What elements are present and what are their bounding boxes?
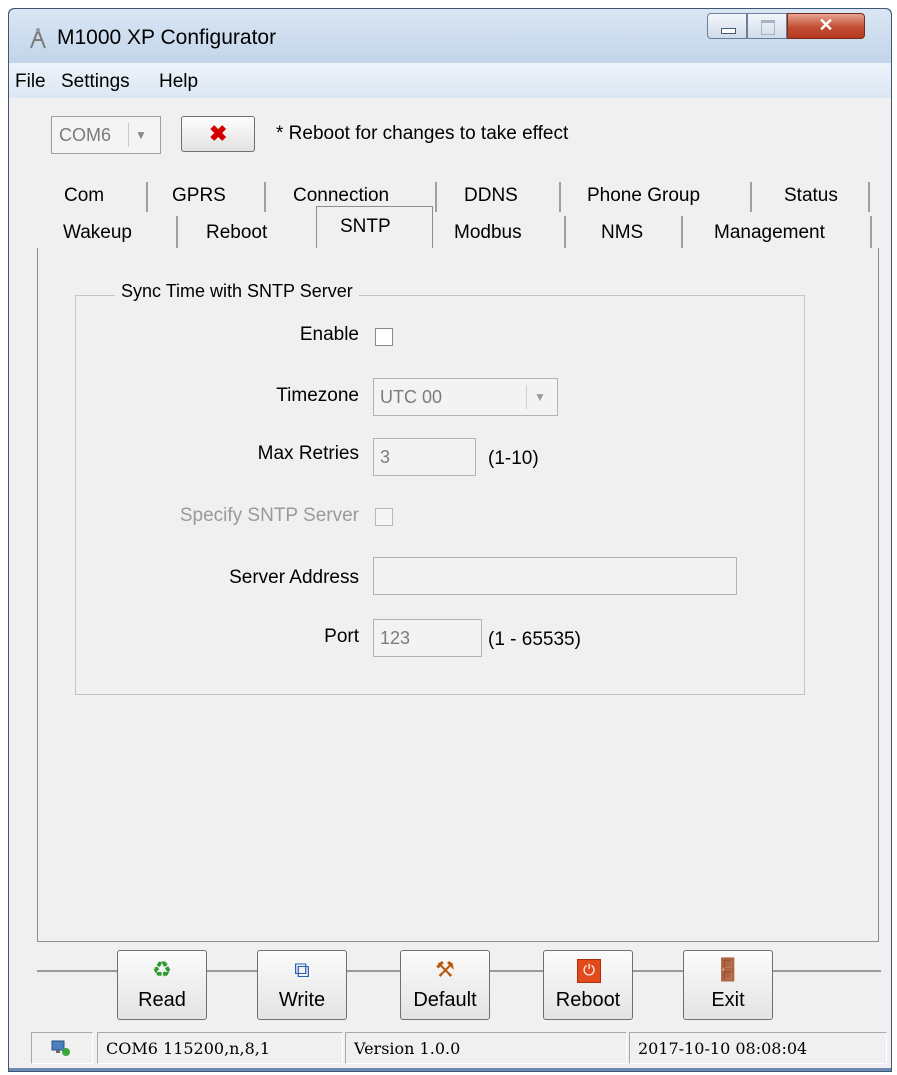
timezone-label: Timezone xyxy=(276,385,359,406)
menu-file[interactable]: File xyxy=(15,71,46,93)
exit-button[interactable]: 🚪 Exit xyxy=(683,950,773,1020)
specify-server-label: Specify SNTP Server xyxy=(179,505,359,526)
com-port-value: COM6 xyxy=(59,125,112,145)
tab-phone-group[interactable]: Phone Group xyxy=(587,185,700,207)
write-windows-icon: ⧉ xyxy=(294,957,310,982)
status-version: Version 1.0.0 xyxy=(345,1032,627,1064)
tab-divider xyxy=(681,216,683,248)
status-connection-text: COM6 115200,n,8,1 xyxy=(106,1039,271,1058)
tab-connection[interactable]: Connection xyxy=(293,185,389,207)
tab-ddns[interactable]: DDNS xyxy=(464,185,518,207)
port-range: (1 - 65535) xyxy=(488,629,581,650)
specify-server-checkbox[interactable] xyxy=(375,508,393,526)
app-antenna-icon xyxy=(30,28,46,49)
tab-divider xyxy=(868,182,870,212)
tab-divider xyxy=(870,216,872,248)
app-window: M1000 XP Configurator ✕ File Settings He… xyxy=(8,8,892,1072)
exit-label: Exit xyxy=(711,989,745,1011)
network-icon xyxy=(51,1040,70,1056)
menu-settings[interactable]: Settings xyxy=(61,71,130,93)
tab-divider xyxy=(564,216,566,248)
client-area: COM6 ▼ ✖ * Reboot for changes to take ef… xyxy=(9,98,891,1068)
tab-com[interactable]: Com xyxy=(64,185,104,207)
server-address-input[interactable] xyxy=(373,557,737,595)
tab-sntp-label[interactable]: SNTP xyxy=(340,216,391,238)
status-datetime-text: 2017-10-10 08:08:04 xyxy=(638,1039,808,1058)
exit-door-icon: 🚪 xyxy=(714,957,742,982)
timezone-value: UTC 00 xyxy=(380,387,443,407)
minimize-icon xyxy=(721,28,736,34)
port-label: Port xyxy=(324,626,359,647)
chevron-down-icon[interactable]: ▼ xyxy=(526,385,553,409)
read-button[interactable]: ♻ Read xyxy=(117,950,207,1020)
port-input[interactable]: 123 xyxy=(373,619,482,657)
disconnect-button[interactable]: ✖ xyxy=(181,116,255,152)
menu-bar: File Settings Help xyxy=(9,63,891,98)
read-label: Read xyxy=(138,989,186,1011)
tab-reboot[interactable]: Reboot xyxy=(206,222,267,244)
minimize-button[interactable] xyxy=(707,13,747,39)
tab-divider xyxy=(750,182,752,212)
power-icon: ⏻ xyxy=(577,959,601,983)
tab-divider xyxy=(176,216,178,248)
maximize-button[interactable] xyxy=(747,13,787,39)
status-bar: COM6 115200,n,8,1 Version 1.0.0 2017-10-… xyxy=(9,1030,891,1068)
tab-gprs[interactable]: GPRS xyxy=(172,185,226,207)
write-button[interactable]: ⧉ Write xyxy=(257,950,347,1020)
status-connection: COM6 115200,n,8,1 xyxy=(97,1032,343,1064)
status-icon-panel xyxy=(31,1032,93,1064)
recycle-icon: ♻ xyxy=(152,957,172,982)
tab-management[interactable]: Management xyxy=(714,222,825,244)
reboot-label: Reboot xyxy=(555,989,621,1011)
tab-divider xyxy=(264,182,266,212)
com-port-select[interactable]: COM6 ▼ xyxy=(51,116,161,154)
reboot-button[interactable]: ⏻ Reboot xyxy=(543,950,633,1020)
enable-checkbox[interactable] xyxy=(375,328,393,346)
max-retries-label: Max Retries xyxy=(257,443,359,464)
tab-modbus[interactable]: Modbus xyxy=(454,222,522,244)
title-bar[interactable]: M1000 XP Configurator ✕ xyxy=(9,9,891,63)
status-version-text: Version 1.0.0 xyxy=(354,1039,461,1058)
close-button[interactable]: ✕ xyxy=(787,13,865,39)
default-label: Default xyxy=(413,989,477,1011)
max-retries-value: 3 xyxy=(380,447,391,467)
chevron-down-icon[interactable]: ▼ xyxy=(128,123,153,147)
port-value: 123 xyxy=(380,628,411,648)
max-retries-input[interactable]: 3 xyxy=(373,438,476,476)
tab-wakeup[interactable]: Wakeup xyxy=(63,222,132,244)
groupbox-title: Sync Time with SNTP Server xyxy=(115,281,359,302)
server-address-label: Server Address xyxy=(229,567,359,588)
tools-icon: ⚒ xyxy=(435,957,455,982)
max-retries-range: (1-10) xyxy=(488,448,539,469)
maximize-icon xyxy=(761,20,775,35)
window-title: M1000 XP Configurator xyxy=(57,26,277,49)
default-button[interactable]: ⚒ Default xyxy=(400,950,490,1020)
reboot-notice: * Reboot for changes to take effect xyxy=(276,123,569,144)
tab-status[interactable]: Status xyxy=(784,185,838,207)
tab-divider xyxy=(559,182,561,212)
write-label: Write xyxy=(278,989,326,1011)
status-datetime: 2017-10-10 08:08:04 xyxy=(629,1032,887,1064)
tab-divider xyxy=(435,182,437,212)
menu-help[interactable]: Help xyxy=(159,71,198,93)
enable-label: Enable xyxy=(299,324,359,345)
tab-divider xyxy=(146,182,148,212)
timezone-select[interactable]: UTC 00 ▼ xyxy=(373,378,558,416)
close-red-icon: ✖ xyxy=(209,121,228,146)
tab-nms[interactable]: NMS xyxy=(601,222,643,244)
close-icon: ✕ xyxy=(818,15,834,35)
